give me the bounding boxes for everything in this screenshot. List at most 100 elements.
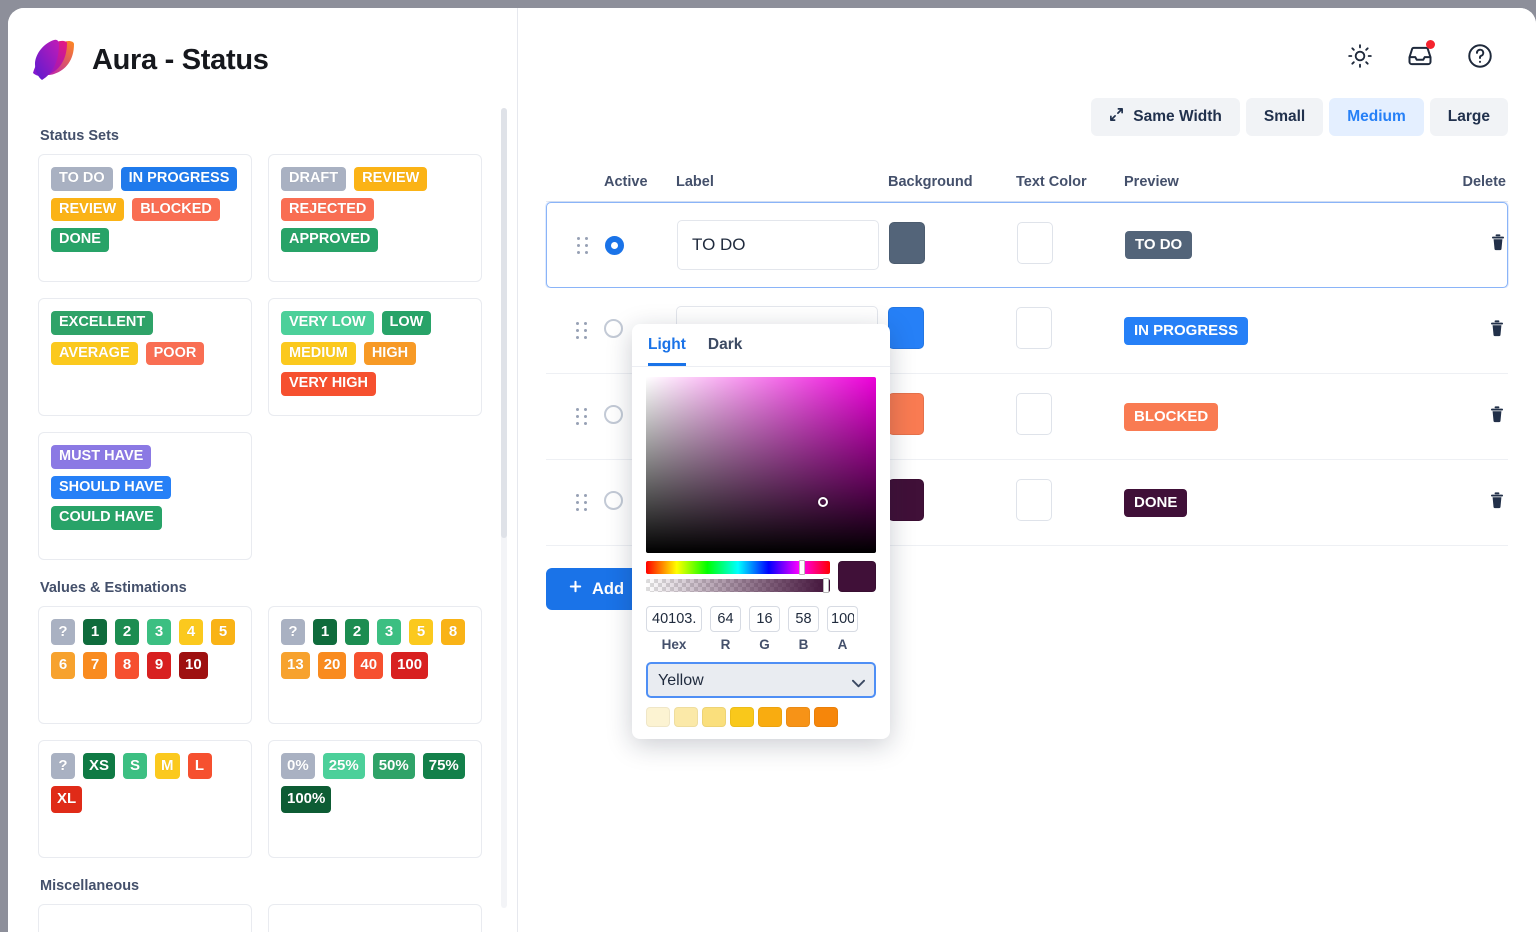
header-active: Active [604,174,676,190]
aura-feather-logo-icon [30,34,78,86]
status-chip: REVIEW [354,167,427,191]
status-chip: 3 [147,619,171,645]
status-chip: 1 [83,619,107,645]
plus-icon [568,579,583,599]
size-toolbar: Same Width Small Medium Large [518,98,1536,136]
color-picker-popover[interactable]: Light Dark [632,324,890,739]
preview-chip: DONE [1124,489,1187,517]
status-chip: BLOCKED [132,198,220,222]
same-width-button[interactable]: Same Width [1091,98,1240,136]
delete-icon[interactable] [1488,411,1506,428]
status-set-card[interactable]: TO DOIN PROGRESSREVIEWBLOCKEDDONE [38,154,252,282]
status-set-card[interactable]: EXCELLENTAVERAGEPOOR [38,298,252,416]
green-input[interactable] [749,606,780,632]
palette-swatch[interactable] [674,707,698,727]
values-row-1: ?12345678910 ?12358132040100 [38,606,488,724]
background-color-swatch[interactable] [888,479,924,521]
active-radio[interactable] [605,236,624,255]
drag-handle-icon[interactable] [576,408,588,425]
color-picker-tabs: Light Dark [632,324,890,367]
table-row[interactable]: TO DO [546,202,1508,288]
delete-icon[interactable] [1489,239,1507,256]
status-chip: 5 [409,619,433,645]
same-width-label: Same Width [1133,108,1222,126]
size-small-button[interactable]: Small [1246,98,1323,136]
active-radio[interactable] [604,491,623,510]
palette-select[interactable]: YellowRedOrangeGreenBluePurpleGray [646,662,876,698]
help-icon[interactable] [1464,40,1496,72]
status-chip: MEDIUM [281,342,356,366]
background-color-swatch[interactable] [888,393,924,435]
status-chip: 0% [281,753,315,779]
status-chip: XS [83,753,115,779]
status-set-card[interactable]: MUST HAVESHOULD HAVECOULD HAVE [38,432,252,560]
left-scrollbar[interactable] [501,108,507,908]
palette-swatch[interactable] [786,707,810,727]
blue-input[interactable] [788,606,819,632]
red-field-group: R [710,606,741,652]
size-medium-button[interactable]: Medium [1329,98,1424,136]
saturation-value-area[interactable] [646,377,876,553]
value-set-card[interactable]: 0%25%50%75%100% [268,740,482,858]
background-color-swatch[interactable] [888,307,924,349]
alpha-input[interactable] [827,606,858,632]
value-set-card[interactable]: ?12345678910 [38,606,252,724]
hue-slider[interactable] [646,561,830,574]
hex-input[interactable] [646,606,702,632]
misc-set-card[interactable] [268,904,482,932]
status-chip: 10 [179,652,208,678]
text-color-swatch[interactable] [1016,479,1052,521]
status-chip: TO DO [51,167,113,191]
saturation-cursor[interactable] [818,497,828,507]
status-chip: 9 [147,652,171,678]
inbox-icon[interactable] [1404,40,1436,72]
delete-icon[interactable] [1488,497,1506,514]
text-color-swatch[interactable] [1016,393,1052,435]
palette-swatch[interactable] [758,707,782,727]
color-sliders [646,561,876,592]
preview-chip: BLOCKED [1124,403,1218,431]
red-input[interactable] [710,606,741,632]
status-chip: AVERAGE [51,342,138,366]
palette-swatch[interactable] [730,707,754,727]
text-color-swatch[interactable] [1017,222,1053,264]
value-set-card[interactable]: ?12358132040100 [268,606,482,724]
delete-icon[interactable] [1488,325,1506,342]
section-title-miscellaneous: Miscellaneous [40,878,488,894]
status-chip: M [155,753,180,779]
label-input[interactable] [677,220,879,270]
status-chip: 8 [441,619,465,645]
status-chip: 6 [51,652,75,678]
text-color-swatch[interactable] [1016,307,1052,349]
brightness-icon[interactable] [1344,40,1376,72]
tab-light[interactable]: Light [648,336,686,366]
tab-dark[interactable]: Dark [708,336,742,366]
active-radio[interactable] [604,405,623,424]
background-color-swatch[interactable] [889,222,925,264]
left-scrollbar-thumb[interactable] [501,108,507,538]
alpha-slider[interactable] [646,579,830,592]
header-text-color: Text Color [1016,174,1124,190]
header-label: Label [676,174,888,190]
status-set-card[interactable]: DRAFTREVIEWREJECTEDAPPROVED [268,154,482,282]
hue-slider-knob[interactable] [799,560,805,575]
notification-dot [1426,40,1435,49]
blue-field-group: B [788,606,819,652]
status-set-card[interactable]: VERY LOWLOWMEDIUMHIGHVERY HIGH [268,298,482,416]
status-chip: 2 [115,619,139,645]
alpha-slider-knob[interactable] [823,578,829,593]
palette-swatch[interactable] [814,707,838,727]
drag-handle-icon[interactable] [576,494,588,511]
drag-handle-icon[interactable] [576,322,588,339]
active-radio[interactable] [604,319,623,338]
drag-handle-icon[interactable] [577,237,589,254]
left-scroll-area[interactable]: Status Sets TO DOIN PROGRESSREVIEWBLOCKE… [8,108,518,932]
value-set-card[interactable]: ?XSSMLXL [38,740,252,858]
size-large-button[interactable]: Large [1430,98,1508,136]
palette-swatch[interactable] [702,707,726,727]
misc-set-card[interactable] [38,904,252,932]
status-chip: POOR [146,342,205,366]
palette-swatch[interactable] [646,707,670,727]
hex-field-group: Hex [646,606,702,652]
status-chip: XL [51,786,82,812]
